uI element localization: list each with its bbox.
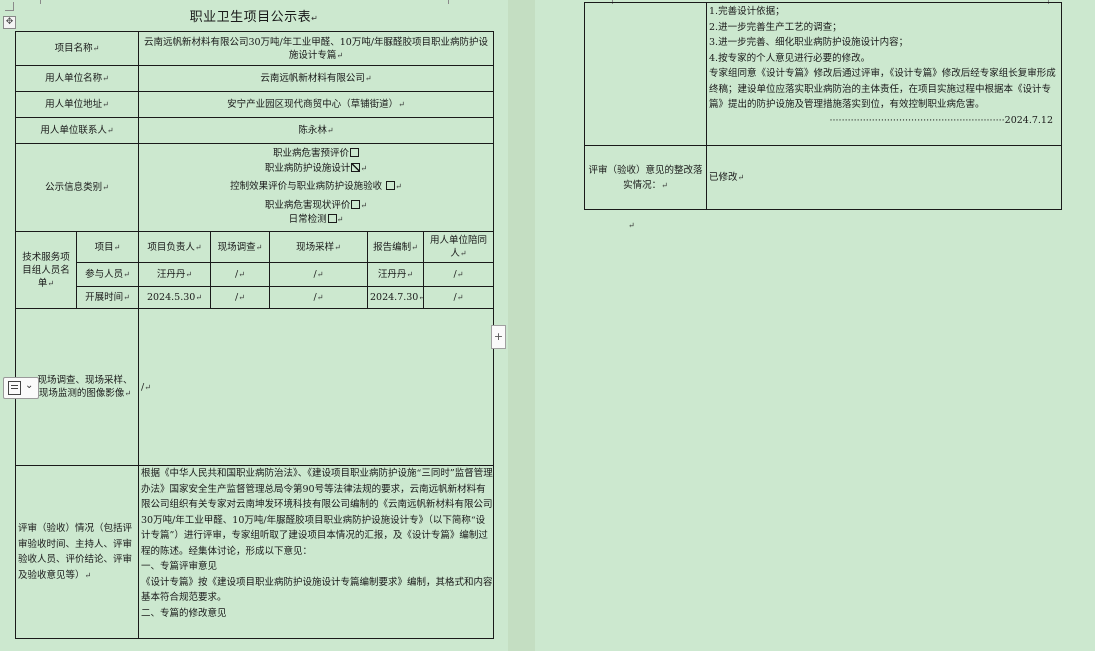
team-cell: /↵ [269,286,368,309]
employer-name-label: 用人单位名称↵ [15,65,139,92]
checkbox-unchecked-icon[interactable] [327,214,337,224]
table-row: 用人单位名称↵ 云南远帆新材料有限公司↵ [15,65,495,92]
document-page-left: 职业卫生项目公示表↵ ✥ 项目名称↵ 云南远帆新材料有限公司30万吨/年工业甲醛… [0,0,508,651]
review-content: 根据《中华人民共和国职业病防治法》、《建设项目职业病防护设施“三同时”监督管理办… [137,465,495,639]
team-cell: 参与人员↵ [76,262,139,287]
table-row: 评审（验收）情况（包括评审验收时间、主持人、评审验收人员、评价结论、评审及验收意… [15,465,495,639]
review-date: ········································… [829,114,1054,126]
layout-options-icon [8,381,21,395]
review-paragraph: 1.完善设计依据； [709,6,785,17]
info-category-label: 公示信息类别↵ [15,143,139,232]
info-category-options: 职业病危害预评价 职业病防护设施设计 ↵ 控制效果评价与职业病防护设施验收 ↵ 职… [137,143,495,232]
review-paragraph: 《设计专篇》按《建设项目职业病防护设施设计专篇编制要求》编制，其格式和内容基本符… [141,576,493,604]
table-row: 评审（验收）意见的整改落实情况：↵ 已修改↵ [584,145,1062,210]
employer-address-label: 用人单位地址↵ [15,91,139,118]
table-row: 开展时间↵ 2024.5.30↵ /↵ /↵ 2024.7.30↵ /↵ [16,286,495,309]
layout-options-button[interactable]: ⌄ [3,377,39,399]
category-option: 职业病危害现状评价 ↵ [264,199,368,211]
page-corner-mark [40,0,49,4]
category-option: 控制效果评价与职业病防护设施验收 ↵ [230,181,402,193]
disclosure-table-continued: 1.完善设计依据； 2.进一步完善生产工艺的调查； 3.进一步完善、细化职业病防… [584,2,1062,210]
table-row: 1.完善设计依据； 2.进一步完善生产工艺的调查； 3.进一步完善、细化职业病防… [584,2,1062,146]
team-cell: 2024.7.30↵ [367,286,424,309]
review-paragraph: 2.进一步完善生产工艺的调查； [709,21,842,33]
table-row: 公示信息类别↵ 职业病危害预评价 职业病防护设施设计 ↵ 控制效果评价与职业病防护… [15,143,495,232]
table-move-handle-icon[interactable]: ✥ [3,16,16,29]
table-row: 技术服务项目组人员名单↵ 项目↵ 项目负责人↵ 现场调查↵ 现场采样↵ 报告编制… [15,231,495,309]
table-row: 项目名称↵ 云南远帆新材料有限公司30万吨/年工业甲醛、10万吨/年脲醛胶项目职… [15,31,495,66]
employer-name-value: 云南远帆新材料有限公司↵ [137,65,495,92]
table-row: 用人单位联系人↵ 陈永林↵ [15,117,495,144]
category-option: 职业病危害预评价 [141,147,491,162]
team-cell: 汪丹丹↵ [138,262,211,287]
page-gutter [508,0,535,651]
checkbox-checked-icon[interactable] [351,162,361,172]
review-paragraph: 3.进一步完善、细化职业病防护设施设计内容； [709,37,909,48]
team-cell: /↵ [210,262,270,287]
team-label: 技术服务项目组人员名单↵ [15,231,77,309]
team-header: 用人单位陪同人↵ [422,231,495,263]
review-paragraph: 专家组同意《设计专篇》修改后通过评审，《设计专篇》修改后经专家组长复审形成终稿；… [709,68,1056,110]
review-paragraph: 二、专篇的修改意见 [141,607,227,619]
review-continued-content: 1.完善设计依据； 2.进一步完善生产工艺的调查； 3.进一步完善、细化职业病防… [706,2,1062,146]
rectification-value: 已修改↵ [706,145,1062,210]
review-paragraph: 4.按专家的个人意见进行必要的修改。 [709,52,871,64]
team-cell: /↵ [422,262,495,287]
team-header: 项目负责人↵ [138,231,211,263]
review-paragraph: 根据《中华人民共和国职业病防治法》、《建设项目职业病防护设施“三同时”监督管理办… [141,468,493,557]
team-cell: /↵ [269,262,368,287]
project-name-value: 云南远帆新材料有限公司30万吨/年工业甲醛、10万吨/年脲醛胶项目职业病防护设施… [137,31,495,66]
team-header: 现场调查↵ [210,231,270,263]
plus-icon: + [493,330,504,343]
paragraph-mark-icon: ↵ [628,221,635,230]
rectification-label: 评审（验收）意见的整改落实情况：↵ [584,145,707,210]
team-header: 现场采样↵ [269,231,368,263]
category-option: 职业病防护设施设计 ↵ [264,162,368,174]
team-cell: /↵ [422,286,495,309]
checkbox-unchecked-icon[interactable] [351,199,361,209]
team-header: 报告编制↵ [367,231,424,263]
disclosure-table: 项目名称↵ 云南远帆新材料有限公司30万吨/年工业甲醛、10万吨/年脲醛胶项目职… [15,31,495,639]
images-value: /↵ [137,308,495,466]
review-label: 评审（验收）情况（包括评审验收时间、主持人、评审验收人员、评价结论、评审及验收意… [15,465,139,639]
category-option: 日常检测 ↵ [288,214,344,226]
document-title: 职业卫生项目公示表↵ [189,10,319,25]
team-cell: 汪丹丹↵ [367,262,424,287]
document-page-right: 1.完善设计依据； 2.进一步完善生产工艺的调查； 3.进一步完善、细化职业病防… [535,0,1095,651]
project-name-label: 项目名称↵ [15,31,139,66]
team-cell: 2024.5.30↵ [138,286,211,309]
review-paragraph: 一、专篇评审意见 [141,561,218,572]
add-column-button[interactable]: + [491,325,506,349]
table-row: 用人单位地址↵ 安宁产业园区现代商贸中心（草铺街道）↵ [15,91,495,118]
team-header: 项目↵ [76,231,139,263]
employer-contact-value: 陈永林↵ [137,117,495,144]
blank-cell [584,2,707,146]
chevron-down-icon: ⌄ [25,380,34,391]
team-cell: /↵ [210,286,270,309]
employer-contact-label: 用人单位联系人↵ [15,117,139,144]
table-row: 现场调查、现场采样、现场监测的图像影像↵ /↵ [15,308,495,466]
employer-address-value: 安宁产业园区现代商贸中心（草铺街道）↵ [137,91,495,118]
checkbox-unchecked-icon[interactable] [350,148,360,158]
table-row: 参与人员↵ 汪丹丹↵ /↵ /↵ 汪丹丹↵ /↵ [16,262,495,287]
checkbox-unchecked-icon[interactable] [386,181,396,191]
page-corner-mark [448,0,457,4]
team-cell: 开展时间↵ [76,286,139,309]
